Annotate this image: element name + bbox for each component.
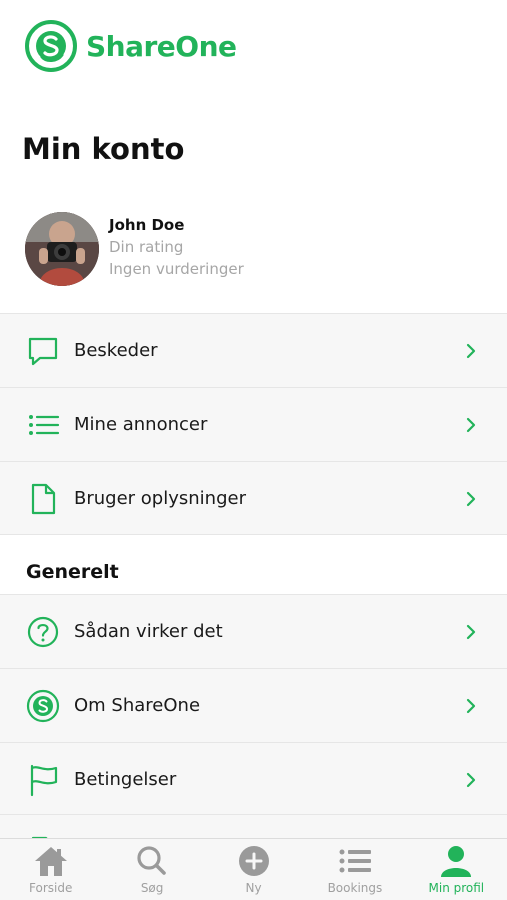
chevron-right-icon — [466, 343, 476, 359]
tab-my-profile[interactable]: Min profil — [406, 839, 507, 900]
general-menu: Sådan virker det Om ShareOne Betingelser — [0, 594, 507, 816]
shareone-logo[interactable]: ShareOne — [24, 19, 237, 73]
profile-name: John Doe — [109, 216, 185, 234]
chevron-right-icon — [466, 417, 476, 433]
menu-item-partial[interactable] — [0, 814, 507, 840]
app-header: ShareOne — [0, 0, 507, 95]
bottom-tab-bar: Forside Søg Ny Bookings Min profil — [0, 838, 507, 900]
menu-item-label: Sådan virker det — [74, 621, 223, 642]
avatar-photo — [25, 212, 99, 286]
tab-label: Min profil — [428, 881, 485, 895]
shareone-logo-icon — [26, 689, 60, 723]
tab-label: Forside — [29, 881, 73, 895]
menu-item-messages[interactable]: Beskeder — [0, 313, 507, 387]
menu-item-label: Om ShareOne — [74, 695, 201, 716]
menu-item-terms[interactable]: Betingelser — [0, 742, 507, 816]
menu-item-about[interactable]: Om ShareOne — [0, 668, 507, 742]
menu-item-label: Bruger oplysninger — [74, 488, 246, 509]
page-title: Min konto — [22, 132, 185, 166]
flag-icon — [30, 764, 58, 797]
chevron-right-icon — [466, 491, 476, 507]
menu-item-label: Betingelser — [74, 769, 177, 790]
chevron-right-icon — [466, 772, 476, 788]
account-menu: Beskeder Mine annoncer Bruger oplysninge… — [0, 313, 507, 535]
menu-item-user-info[interactable]: Bruger oplysninger — [0, 461, 507, 535]
tab-label: Bookings — [327, 881, 383, 895]
avatar[interactable] — [25, 212, 99, 286]
profile-reviews-label: Ingen vurderinger — [109, 260, 244, 278]
profile-rating-label: Din rating — [109, 238, 184, 256]
plus-circle-icon — [238, 846, 269, 876]
tab-search[interactable]: Søg — [101, 839, 202, 900]
tab-label: Søg — [140, 881, 164, 895]
brand-name: ShareOne — [86, 29, 237, 63]
tab-new[interactable]: Ny — [203, 839, 304, 900]
menu-item-label: Beskeder — [74, 340, 158, 361]
list-icon — [29, 415, 60, 435]
chevron-right-icon — [466, 698, 476, 714]
chat-bubble-icon — [28, 337, 58, 366]
home-icon — [34, 847, 67, 876]
shareone-logo-icon — [25, 20, 77, 72]
menu-item-label: Mine annoncer — [74, 414, 208, 435]
tab-bookings[interactable]: Bookings — [304, 839, 405, 900]
question-circle-icon — [27, 616, 59, 648]
section-title-general: Generelt — [26, 561, 119, 583]
document-icon — [31, 483, 56, 515]
menu-item-how-it-works[interactable]: Sådan virker det — [0, 594, 507, 668]
list-icon — [339, 849, 371, 873]
person-icon — [441, 846, 472, 877]
profile-summary[interactable]: John Doe Din rating Ingen vurderinger — [25, 212, 485, 290]
tab-label: Ny — [245, 881, 262, 895]
search-icon — [137, 846, 166, 875]
tab-home[interactable]: Forside — [0, 839, 101, 900]
menu-item-my-listings[interactable]: Mine annoncer — [0, 387, 507, 461]
chevron-right-icon — [466, 624, 476, 640]
